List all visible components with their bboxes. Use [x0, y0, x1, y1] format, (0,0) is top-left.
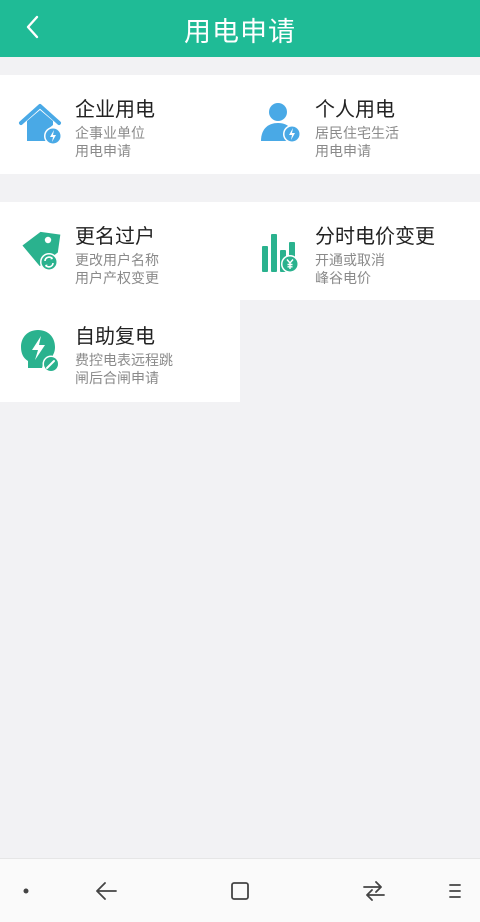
person-icon: [261, 103, 301, 143]
tile-desc-line1: 居民住宅生活: [315, 126, 399, 142]
empty-tile: [240, 300, 480, 402]
tile-desc-line1: 更改用户名称: [75, 253, 159, 269]
tile-enterprise-power[interactable]: 企业用电 企事业单位 用电申请: [0, 75, 240, 174]
tile-desc-line2: 用电申请: [315, 144, 371, 160]
power-restore-icon: [21, 330, 60, 373]
app-header: 用电申请: [0, 0, 480, 57]
system-nav-bar: [0, 858, 480, 922]
menu-icon: [449, 884, 461, 898]
nav-home-button[interactable]: [222, 875, 258, 907]
tile-personal-power[interactable]: 个人用电 居民住宅生活 用电申请: [240, 75, 480, 174]
back-button[interactable]: [18, 12, 48, 42]
tile-row-3: 自助复电 费控电表远程跳 闸后合闸申请: [0, 300, 480, 402]
tile-rename-transfer[interactable]: 更名过户 更改用户名称 用户产权变更: [0, 202, 240, 300]
nav-dot-button[interactable]: [8, 875, 44, 907]
tile-desc-line1: 企事业单位: [75, 126, 145, 142]
tile-desc-line2: 用电申请: [75, 144, 131, 160]
nav-menu-button[interactable]: [436, 875, 472, 907]
tag-icon: [22, 231, 61, 271]
tile-tou-price-change[interactable]: 分时电价变更 开通或取消 峰谷电价: [240, 202, 480, 300]
bar-chart-yuan-icon: [262, 234, 299, 273]
chevron-left-icon: [26, 15, 39, 39]
tile-row-1: 企业用电 企事业单位 用电申请 个人用电 居民住宅生活 用电申请: [0, 75, 480, 174]
tile-desc-line2: 峰谷电价: [315, 271, 371, 287]
nav-recent-button[interactable]: [356, 875, 392, 907]
tile-desc-line2: 用户产权变更: [75, 271, 159, 287]
tile-title: 分时电价变更: [315, 224, 435, 248]
tile-self-service-restore[interactable]: 自助复电 费控电表远程跳 闸后合闸申请: [0, 300, 240, 402]
nav-back-button[interactable]: [88, 875, 124, 907]
tile-title: 更名过户: [75, 224, 155, 248]
tile-desc-line1: 开通或取消: [315, 253, 385, 269]
enterprise-house-icon: [19, 104, 62, 145]
page-title: 用电申请: [184, 17, 296, 48]
tile-title: 自助复电: [75, 324, 155, 348]
tile-title: 企业用电: [75, 97, 155, 121]
tile-row-2: 更名过户 更改用户名称 用户产权变更 分时电价变更 开通或取消 峰谷电价: [0, 202, 480, 300]
square-icon: [231, 882, 249, 900]
switch-arrows-icon: [363, 881, 385, 901]
tile-desc-line2: 闸后合闸申请: [75, 371, 159, 387]
arrow-left-icon: [96, 882, 117, 900]
tile-title: 个人用电: [315, 97, 395, 121]
dot-icon: [23, 888, 29, 894]
tile-desc-line1: 费控电表远程跳: [75, 353, 173, 369]
